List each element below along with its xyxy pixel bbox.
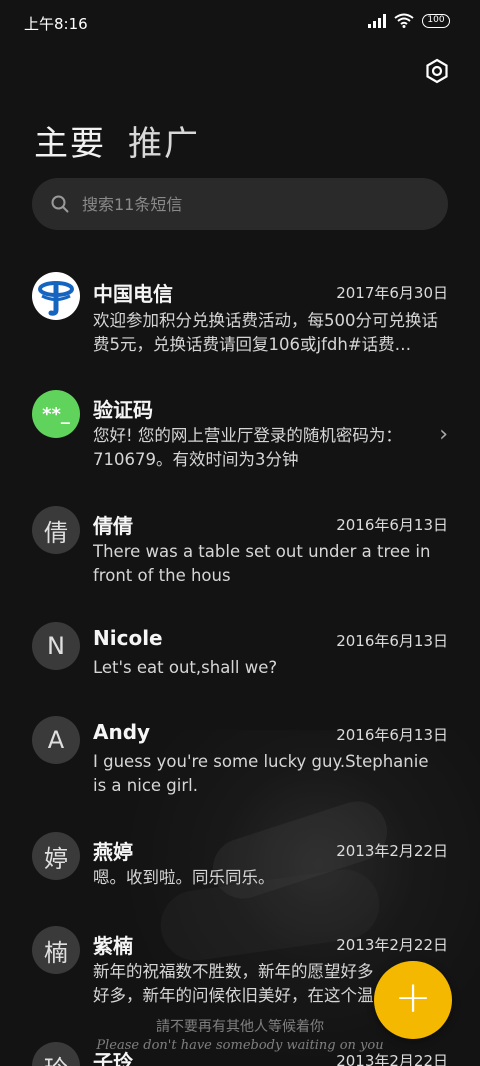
message-preview: I guess you're some lucky guy.Stephanie … (93, 752, 429, 795)
avatar: N (32, 622, 80, 670)
avatar: **_ (32, 390, 80, 438)
avatar: 楠 (32, 926, 80, 974)
message-date: 2013年2月22日 (336, 842, 448, 860)
new-message-button[interactable]: + (374, 961, 452, 1039)
conversation-item-china-telecom[interactable]: 中国电信 2017年6月30日 欢迎参加积分兑换话费活动，每500分可兑换话费5… (0, 266, 480, 366)
wifi-icon (394, 13, 414, 28)
conversation-item[interactable]: A Andy 2016年6月13日 I guess you're some lu… (0, 716, 480, 806)
search-input[interactable] (82, 194, 422, 214)
search-bar[interactable] (32, 178, 448, 230)
message-preview: 您好! 您的网上营业厅登录的随机密码为：710679。有效时间为3分钟 (93, 426, 402, 469)
message-date: 2016年6月13日 (336, 632, 448, 650)
message-preview: There was a table set out under a tree i… (93, 542, 431, 585)
message-date: 2013年2月22日 (336, 936, 448, 954)
settings-gear-icon[interactable] (424, 58, 450, 84)
conversation-item[interactable]: 玲 子玲 2013年2月22日 (0, 1042, 480, 1066)
contact-name: 子玲 (93, 1050, 133, 1066)
avatar: A (32, 716, 80, 764)
conversation-item[interactable]: 婷 燕婷 2013年2月22日 嗯。收到啦。同乐同乐。 (0, 832, 480, 902)
messages-screen: 請不要再有其他人等候着你 Please don't have somebody … (0, 0, 480, 1066)
status-bar: 上午8:16 100 (0, 0, 480, 46)
conversation-item[interactable]: 倩 倩倩 2016年6月13日 There was a table set ou… (0, 506, 480, 596)
china-telecom-logo-icon (33, 273, 79, 319)
contact-name: 中国电信 (93, 282, 173, 306)
tab-primary[interactable]: 主要 (34, 116, 106, 165)
message-preview: 嗯。收到啦。同乐同乐。 (93, 868, 275, 887)
status-time: 上午8:16 (24, 15, 88, 33)
contact-name: Andy (93, 720, 151, 744)
conversation-item[interactable]: N Nicole 2016年6月13日 Let's eat out,shall … (0, 622, 480, 692)
message-date: 2016年6月13日 (336, 516, 448, 534)
message-date: 2016年6月13日 (336, 726, 448, 744)
chevron-right-icon: › (439, 422, 448, 447)
contact-name: 倩倩 (93, 514, 133, 538)
avatar (32, 272, 80, 320)
conversation-item-verification-code[interactable]: **_ 验证码 您好! 您的网上营业厅登录的随机密码为：710679。有效时间为… (0, 390, 480, 480)
message-date: 2017年6月30日 (336, 284, 448, 302)
message-date: 2013年2月22日 (336, 1052, 448, 1066)
plus-icon: + (394, 972, 432, 1023)
avatar: 婷 (32, 832, 80, 880)
avatar: 倩 (32, 506, 80, 554)
contact-name: 验证码 (93, 398, 153, 422)
contact-name: 燕婷 (93, 840, 133, 864)
search-icon (51, 195, 69, 213)
message-preview: 欢迎参加积分兑换话费活动，每500分可兑换话费5元，兑换话费请回复106或jfd… (93, 311, 438, 354)
signal-icon (368, 13, 386, 28)
tab-promotions[interactable]: 推广 (128, 116, 200, 165)
contact-name: 紫楠 (93, 934, 133, 958)
avatar: 玲 (32, 1042, 80, 1066)
message-preview: Let's eat out,shall we? (93, 658, 278, 677)
message-preview: 新年的祝福数不胜数，新年的愿望好多好多，新年的问候依旧美好，在这个温馨的 (93, 962, 374, 1005)
tab-bar: 主要 推广 (34, 116, 200, 165)
battery-icon: 100 (422, 13, 450, 28)
contact-name: Nicole (93, 626, 163, 650)
